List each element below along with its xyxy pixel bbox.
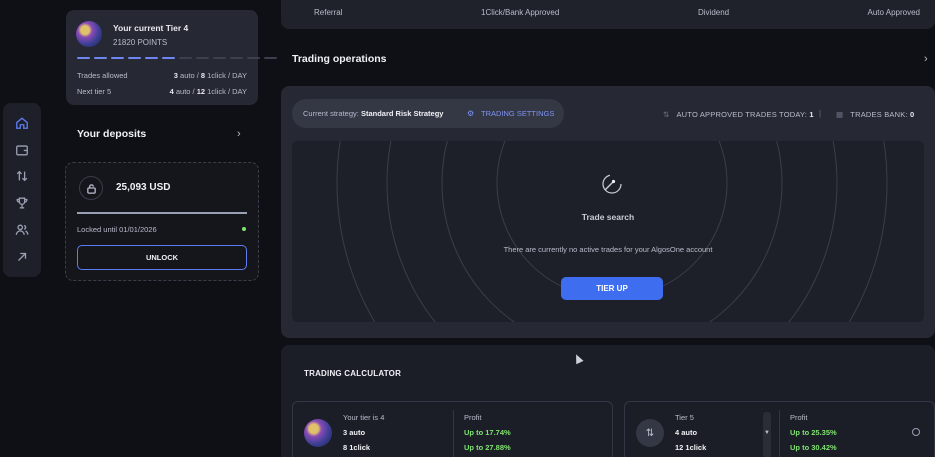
- next-tier-label: Next tier 5: [77, 87, 112, 96]
- auto-approved-label: Auto Approved: [867, 8, 920, 17]
- locked-until: Locked until 01/01/2026: [77, 225, 157, 234]
- lock-icon: [79, 176, 103, 200]
- users-icon[interactable]: [14, 222, 30, 238]
- trades-allowed-row: Trades allowed 3 auto / 8 1click / DAY: [77, 71, 247, 80]
- tier-progress-segment: [111, 57, 124, 59]
- algosone-dashboard: Referral 1Click/Bank Approved Dividend A…: [0, 0, 935, 457]
- deposits-title[interactable]: Your deposits: [77, 128, 146, 140]
- divider: [453, 410, 454, 457]
- dividend-label: Dividend: [698, 8, 730, 17]
- deposit-card: 25,093 USD Locked until 01/01/2026 UNLOC…: [65, 162, 259, 281]
- next-auto: 4 auto: [675, 428, 698, 437]
- next-oneclick: 12 1click: [675, 443, 707, 452]
- current-oneclick: 8 1click: [343, 443, 371, 452]
- bank-icon: ▦: [836, 110, 844, 119]
- tier-title: Your current Tier 4: [113, 23, 189, 33]
- tier-progress-segment: [162, 57, 175, 59]
- no-trades-message: There are currently no active trades for…: [503, 245, 713, 254]
- radar-icon: [602, 174, 622, 194]
- current-profit-2: Up to 27.88%: [464, 443, 511, 452]
- current-profit-label: Profit: [464, 413, 482, 422]
- unlock-button[interactable]: UNLOCK: [77, 245, 247, 270]
- next-tier-card: ⇅ Tier 5 4 auto 12 1click ▼ Profit Up to…: [624, 401, 935, 457]
- wallet-icon[interactable]: [14, 142, 30, 158]
- chevron-right-icon[interactable]: ›: [924, 53, 928, 65]
- tier-avatar: [304, 419, 332, 447]
- tier-progress-segment: [196, 57, 209, 59]
- next-tier-value: 4 auto / 12 1click / DAY: [169, 87, 247, 96]
- current-tier-label: Your tier is 4: [343, 413, 385, 422]
- next-profit-1: Up to 25.35%: [790, 428, 837, 437]
- deposit-amount: 25,093 USD: [116, 182, 171, 193]
- chevron-right-icon[interactable]: ›: [237, 128, 241, 140]
- tier-progress-segment: [77, 57, 90, 59]
- current-tier-card: Your tier is 4 3 auto 8 1click Profit Up…: [292, 401, 613, 457]
- trading-calculator: TRADING CALCULATOR Your tier is 4 3 auto…: [281, 345, 935, 457]
- arrow-up-right-icon[interactable]: [14, 249, 30, 265]
- approved-label: 1Click/Bank Approved: [481, 8, 560, 17]
- divider: [779, 410, 780, 457]
- transfer-arrows-icon: ⇅: [663, 110, 670, 119]
- gear-icon[interactable]: ⚙: [467, 109, 474, 118]
- stats-strip: Referral 1Click/Bank Approved Dividend A…: [281, 0, 935, 29]
- tier-progress-segment: [213, 57, 226, 59]
- trading-operations-panel: Current strategy: Standard Risk Strategy…: [281, 86, 935, 338]
- next-profit-2: Up to 30.42%: [790, 443, 837, 452]
- trading-settings-link[interactable]: TRADING SETTINGS: [481, 109, 554, 118]
- current-auto: 3 auto: [343, 428, 366, 437]
- lock-progress-bar: [77, 212, 247, 214]
- auto-approved-today: ⇅ AUTO APPROVED TRADES TODAY: 1: [663, 110, 814, 119]
- separator: |: [819, 109, 822, 118]
- tier-avatar: [76, 21, 102, 47]
- tier-progress: [77, 57, 277, 59]
- current-strategy: Current strategy: Standard Risk Strategy: [303, 109, 444, 118]
- transfer-arrows-icon[interactable]: [14, 168, 30, 184]
- next-profit-label: Profit: [790, 413, 808, 422]
- trophy-icon[interactable]: [14, 195, 30, 211]
- tier-up-button[interactable]: TIER UP: [561, 277, 663, 300]
- tier-progress-segment: [247, 57, 260, 59]
- tier-progress-segment: [94, 57, 107, 59]
- current-profit-1: Up to 17.74%: [464, 428, 511, 437]
- trade-search-title: Trade search: [581, 212, 635, 222]
- info-icon[interactable]: [912, 428, 920, 436]
- lock-progress-fill: [77, 212, 247, 214]
- tier-points: 21820 POINTS: [113, 38, 168, 47]
- strategy-pill: Current strategy: Standard Risk Strategy…: [292, 99, 564, 128]
- trading-operations-title[interactable]: Trading operations: [292, 53, 387, 65]
- tier-progress-segment: [128, 57, 141, 59]
- trades-allowed-label: Trades allowed: [77, 71, 128, 80]
- home-icon[interactable]: [14, 115, 30, 131]
- calculator-title: TRADING CALCULATOR: [304, 369, 402, 378]
- tier-dropdown-chevron-icon[interactable]: ▼: [763, 412, 771, 457]
- status-dot: [242, 227, 246, 231]
- next-tier-row: Next tier 5 4 auto / 12 1click / DAY: [77, 87, 247, 96]
- trades-bank: ▦ TRADES BANK: 0: [836, 110, 915, 119]
- tier-progress-segment: [230, 57, 243, 59]
- tier-progress-segment: [145, 57, 158, 59]
- referral-label: Referral: [314, 8, 343, 17]
- trades-allowed-value: 3 auto / 8 1click / DAY: [173, 71, 247, 80]
- icon-sidebar: [3, 103, 41, 277]
- transfer-arrows-icon: ⇅: [636, 419, 664, 447]
- tier-progress-segment: [264, 57, 277, 59]
- trade-search-radar: Trade search There are currently no acti…: [292, 141, 924, 322]
- next-tier-label: Tier 5: [675, 413, 694, 422]
- tier-card: Your current Tier 4 21820 POINTS Trades …: [66, 10, 277, 105]
- tier-progress-segment: [179, 57, 192, 59]
